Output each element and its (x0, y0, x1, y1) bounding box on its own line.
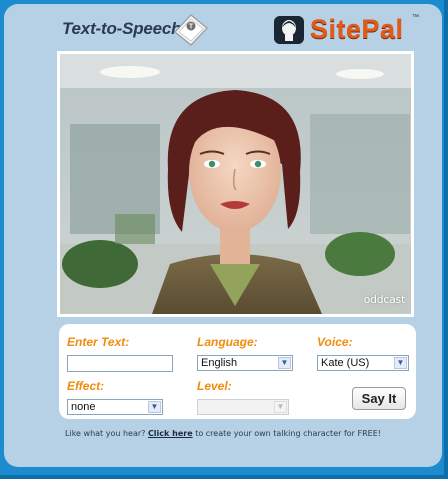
language-label: Language: (197, 335, 258, 349)
widget-frame: Text-to-Speech T SitePal ™ oddcast Enter… (0, 0, 448, 479)
widget-panel: Text-to-Speech T SitePal ™ oddcast Enter… (4, 4, 442, 467)
promo-suffix: to create your own talking character for… (195, 429, 381, 438)
svg-text:T: T (189, 24, 194, 31)
promo-line: Like what you hear? Click here to create… (4, 429, 442, 438)
sitepal-logo-text: SitePal (310, 14, 404, 44)
level-select: ▼ (197, 399, 289, 415)
chevron-down-icon[interactable]: ▼ (394, 357, 407, 369)
chevron-down-icon[interactable]: ▼ (148, 401, 161, 413)
header: Text-to-Speech T SitePal ™ (4, 4, 442, 56)
click-here-link[interactable]: Click here (148, 429, 193, 438)
say-it-button[interactable]: Say It (352, 387, 406, 410)
trademark-mark: ™ (412, 14, 419, 21)
voice-label: Voice: (317, 335, 353, 349)
oddcast-watermark: oddcast (363, 293, 406, 306)
enter-text-label: Enter Text: (67, 335, 130, 349)
tts-title: Text-to-Speech (62, 19, 182, 38)
effect-value: none (71, 401, 96, 413)
avatar-scene (60, 54, 411, 314)
level-label: Level: (197, 379, 232, 393)
effect-select[interactable]: none ▼ (67, 399, 163, 415)
sitepal-logo: SitePal ™ (274, 14, 424, 48)
voice-value: Kate (US) (321, 357, 370, 369)
chevron-down-icon: ▼ (274, 401, 287, 413)
character-stage: oddcast (57, 51, 414, 317)
controls-panel: Enter Text: Language: English ▼ Voice: K… (59, 324, 416, 419)
sitepal-face-icon (274, 16, 304, 44)
effect-label: Effect: (67, 379, 105, 393)
speech-key-icon: T (174, 14, 208, 46)
promo-prefix: Like what you hear? (65, 429, 146, 438)
voice-select[interactable]: Kate (US) ▼ (317, 355, 409, 371)
language-value: English (201, 357, 238, 369)
language-select[interactable]: English ▼ (197, 355, 293, 371)
chevron-down-icon[interactable]: ▼ (278, 357, 291, 369)
text-input[interactable] (67, 355, 173, 372)
